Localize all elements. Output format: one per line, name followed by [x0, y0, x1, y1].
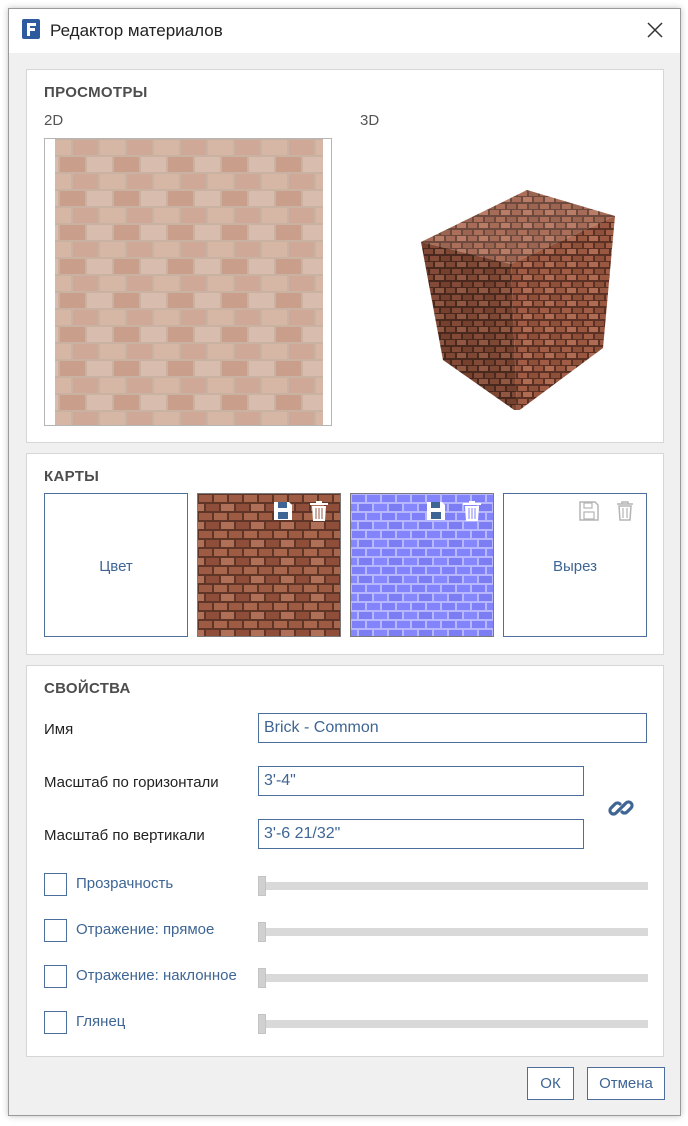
preview-2d-label: 2D: [44, 112, 64, 129]
trash-icon[interactable]: [308, 500, 330, 522]
link-scale-icon[interactable]: [607, 794, 635, 822]
gloss-row: Глянец: [44, 1011, 648, 1035]
transparency-slider-track[interactable]: [263, 882, 648, 890]
transparency-label: Прозрачность: [76, 875, 174, 892]
cancel-button[interactable]: Отмена: [587, 1067, 665, 1100]
color-map-tile[interactable]: Цвет: [44, 493, 188, 637]
properties-panel: СВОЙСТВА Имя Масштаб по горизонтали Масш…: [26, 665, 664, 1057]
reflection-direct-checkbox[interactable]: [44, 919, 67, 942]
gloss-slider-handle[interactable]: [258, 1014, 266, 1034]
gloss-label: Глянец: [76, 1013, 126, 1030]
maps-panel: КАРТЫ Цвет Вырез: [26, 453, 664, 655]
transparency-slider-handle[interactable]: [258, 876, 266, 896]
trash-icon[interactable]: [461, 500, 483, 522]
material-editor-dialog: Редактор материалов ПРОСМОТРЫ 2D 3D КАРТ…: [8, 8, 681, 1116]
preview-3d-label: 3D: [360, 112, 380, 129]
reflection-oblique-checkbox[interactable]: [44, 965, 67, 988]
hscale-field[interactable]: [258, 766, 584, 796]
previews-panel: ПРОСМОТРЫ 2D 3D: [26, 69, 664, 443]
name-label: Имя: [44, 721, 74, 738]
vscale-label: Масштаб по вертикали: [44, 827, 205, 844]
reflection-direct-row: Отражение: прямое: [44, 919, 648, 943]
reflection-oblique-label: Отражение: наклонное: [76, 967, 237, 984]
diffuse-map-tile[interactable]: [197, 493, 341, 637]
window-title: Редактор материалов: [50, 21, 223, 40]
maps-heading: КАРТЫ: [44, 468, 100, 485]
cutout-map-label: Вырез: [552, 558, 598, 575]
vscale-field[interactable]: [258, 819, 584, 849]
title-bar: Редактор материалов: [9, 9, 680, 53]
reflection-direct-slider-track[interactable]: [263, 928, 648, 936]
reflection-direct-slider-handle[interactable]: [258, 922, 266, 942]
app-logo-icon: [22, 19, 40, 39]
reflection-oblique-slider-handle[interactable]: [258, 968, 266, 988]
name-field[interactable]: [258, 713, 647, 743]
hscale-label: Масштаб по горизонтали: [44, 774, 219, 791]
preview-3d-cube: [421, 190, 615, 410]
trash-icon: [617, 501, 633, 521]
reflection-oblique-row: Отражение: наклонное: [44, 965, 648, 989]
properties-heading: СВОЙСТВА: [44, 680, 131, 697]
reflection-oblique-slider-track[interactable]: [263, 974, 648, 982]
save-icon[interactable]: [272, 500, 294, 522]
ok-button[interactable]: ОК: [527, 1067, 574, 1100]
transparency-checkbox[interactable]: [44, 873, 67, 896]
close-icon[interactable]: [644, 19, 666, 41]
previews-heading: ПРОСМОТРЫ: [44, 84, 148, 101]
gloss-checkbox[interactable]: [44, 1011, 67, 1034]
reflection-direct-label: Отражение: прямое: [76, 921, 215, 938]
transparency-row: Прозрачность: [44, 873, 648, 897]
save-icon[interactable]: [425, 500, 447, 522]
normal-map-tile[interactable]: [350, 493, 494, 637]
gloss-slider-track[interactable]: [263, 1020, 648, 1028]
save-icon: [579, 501, 599, 521]
preview-2d-image: [44, 138, 332, 426]
cutout-map-tile[interactable]: Вырез: [503, 493, 647, 637]
color-map-label: Цвет: [99, 558, 133, 575]
